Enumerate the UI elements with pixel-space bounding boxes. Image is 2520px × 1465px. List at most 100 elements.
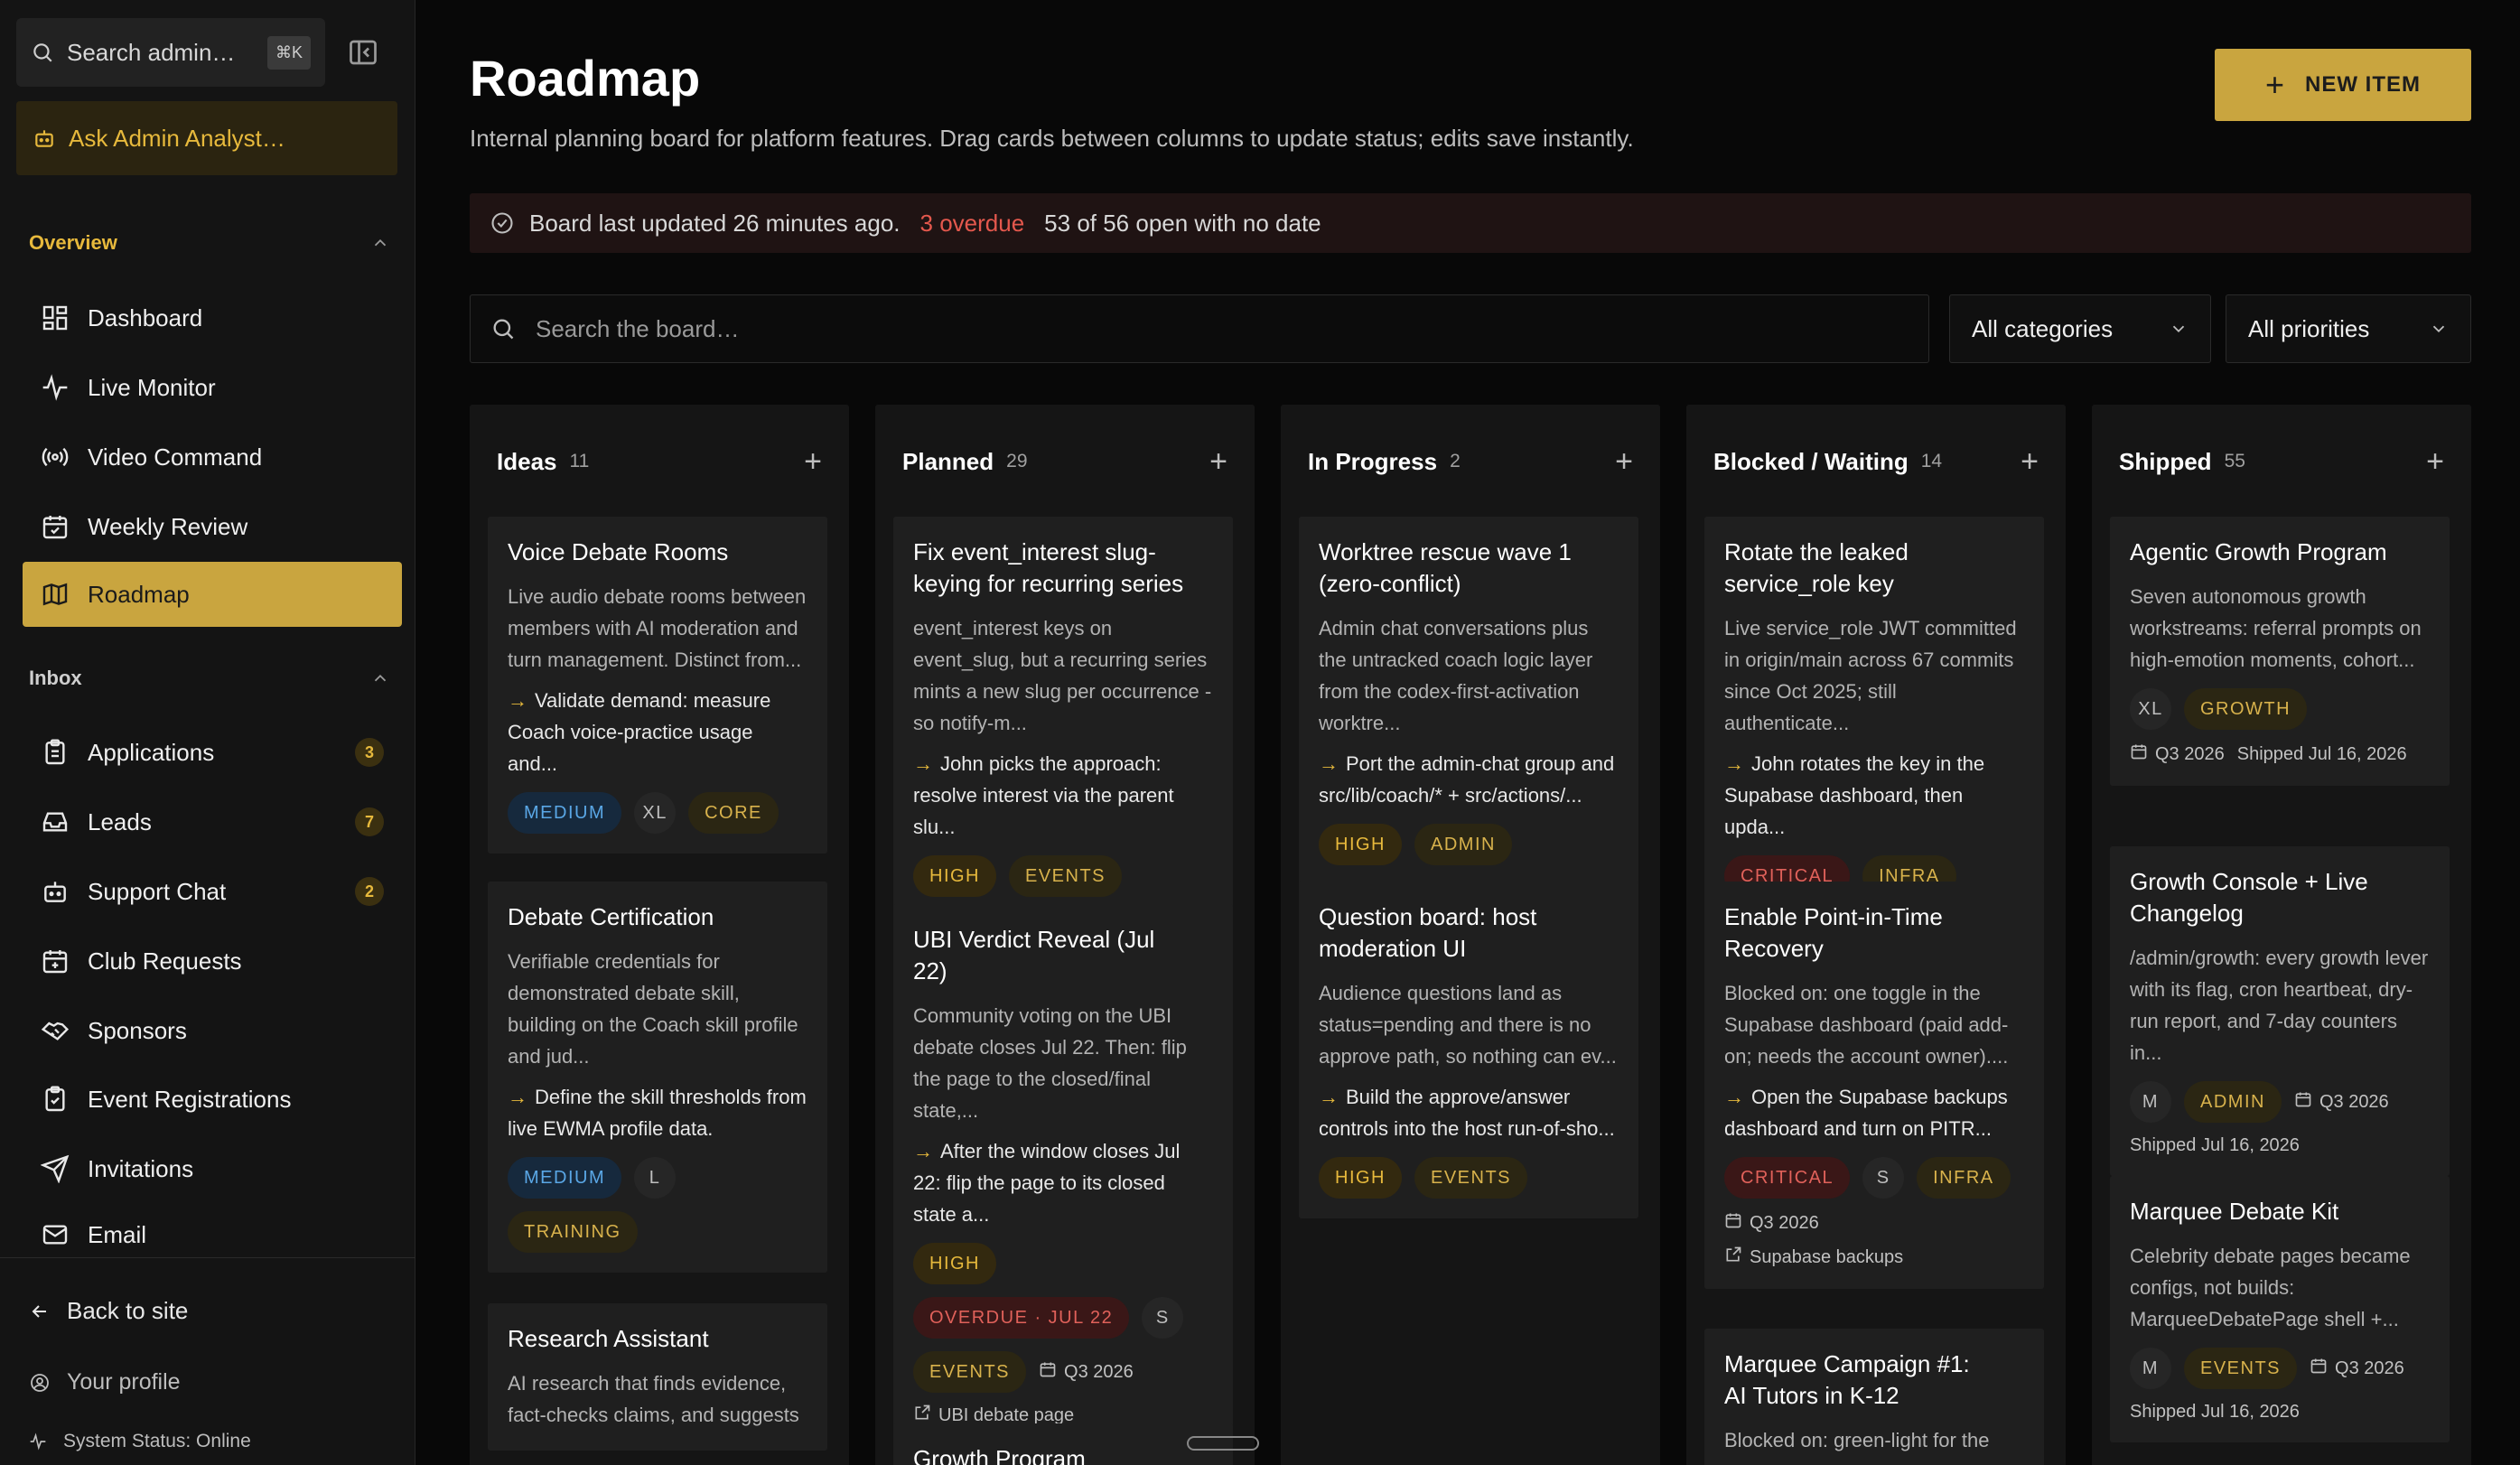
nav-item-live-monitor[interactable]: Live Monitor xyxy=(23,355,402,420)
add-card-icon[interactable]: + xyxy=(1615,446,1633,477)
chevron-down-icon xyxy=(2172,325,2185,333)
nav-item-roadmap[interactable]: Roadmap xyxy=(23,562,402,627)
card-next-step: → Validate demand: measure Coach voice-pr… xyxy=(508,685,807,779)
card-tags: CRITICAL S INFRA xyxy=(1724,1157,2024,1199)
roadmap-card[interactable]: Question board: host moderation UI Audien… xyxy=(1299,882,1638,1218)
roadmap-card[interactable]: UBI Verdict Reveal (Jul 22) Community vot… xyxy=(893,904,1233,1447)
card-description: event_interest keys on event_slug, but a… xyxy=(913,617,1212,734)
roadmap-card[interactable]: Rotate the leaked service_role key Live s… xyxy=(1704,517,2044,917)
broadcast-icon xyxy=(42,447,69,467)
column-header: Shipped 55 + xyxy=(2119,446,2444,477)
tag-high: HIGH xyxy=(1319,824,1402,865)
card-tags: HIGH xyxy=(913,1243,1213,1284)
card-tags: OVERDUE · JUL 22 S xyxy=(913,1297,1213,1339)
roadmap-card[interactable]: Marquee Debate Kit Celebrity debate pages… xyxy=(2110,1176,2450,1442)
ask-admin-analyst-button[interactable]: Ask Admin Analyst… xyxy=(16,101,397,175)
sidebar-collapse-icon[interactable] xyxy=(347,36,379,69)
priority-select[interactable]: All priorities xyxy=(2226,294,2471,363)
add-card-icon[interactable]: + xyxy=(2021,446,2039,477)
nav-label: Invitations xyxy=(88,1154,194,1182)
shipped-meta: Shipped Jul 16, 2026 xyxy=(2130,1135,2430,1156)
inbox-section-toggle[interactable]: Inbox xyxy=(29,667,390,690)
nav-item-support-chat[interactable]: Support Chat 2 xyxy=(23,859,402,924)
add-card-icon[interactable]: + xyxy=(2426,446,2444,477)
card-link-text: Supabase backups xyxy=(1750,1246,1904,1267)
roadmap-card[interactable]: Debate Certification Verifiable credentia… xyxy=(488,882,827,1273)
roadmap-card[interactable]: Growth Program xyxy=(893,1423,1233,1465)
page-title: Roadmap xyxy=(470,50,701,107)
profile-label: Your profile xyxy=(67,1369,181,1395)
card-link[interactable]: Supabase backups xyxy=(1724,1246,2024,1269)
roadmap-card[interactable]: Worktree rescue wave 1 (zero-conflict) Ad… xyxy=(1299,517,1638,885)
card-next-step: → Define the skill thresholds from live E… xyxy=(508,1081,807,1144)
roadmap-card[interactable]: Marquee Campaign #1: AI Tutors in K-12 Bl… xyxy=(1704,1329,2044,1465)
arrow-left-icon xyxy=(32,1304,46,1318)
column-header: Planned 29 + xyxy=(902,446,1227,477)
horizontal-scroll-handle[interactable] xyxy=(1187,1436,1259,1451)
roadmap-card[interactable]: Research Assistant AI research that finds… xyxy=(488,1303,827,1451)
roadmap-card[interactable]: Growth Console + Live Changelog/admin/gr… xyxy=(2110,846,2450,1176)
column-title: Shipped xyxy=(2119,447,2212,475)
roadmap-card[interactable]: Enable Point-in-Time Recovery Blocked on:… xyxy=(1704,882,2044,1289)
next-step-text: Build the approve/answer controls into t… xyxy=(1319,1086,1615,1140)
quarter-meta: Q3 2026 Shipped Jul 16, 2026 xyxy=(2130,742,2430,766)
your-profile-link[interactable]: Your profile xyxy=(29,1369,181,1395)
column-shipped: Shipped 55 + Agentic Growth Program Seven… xyxy=(2092,405,2471,1465)
card-description: Live audio debate rooms between members … xyxy=(508,585,807,671)
overdue-count[interactable]: 3 overdue xyxy=(920,210,1025,238)
sidebar: Search admin… ⌘K Ask Admin Analyst… Over… xyxy=(0,0,415,1465)
nav-item-dashboard[interactable]: Dashboard xyxy=(23,285,402,350)
nav-label: Email xyxy=(88,1220,147,1248)
column-count: 2 xyxy=(1450,451,1461,471)
new-item-button[interactable]: + NEW ITEM xyxy=(2215,49,2471,121)
board-search-input[interactable]: Search the board… xyxy=(536,315,739,343)
nav-item-club-requests[interactable]: Club Requests xyxy=(23,928,402,994)
quarter-text: Q3 2026 xyxy=(1064,1361,1134,1382)
column-header: Ideas 11 + xyxy=(497,446,822,477)
search-icon xyxy=(493,319,514,340)
add-card-icon[interactable]: + xyxy=(804,446,822,477)
nav-item-applications[interactable]: Applications 3 xyxy=(23,720,402,785)
card-next-step: → After the window closes Jul 22: flip th… xyxy=(913,1135,1213,1230)
nav-label: Video Command xyxy=(88,443,263,471)
board-status-bar: Board last updated 26 minutes ago. 3 ove… xyxy=(470,193,2471,253)
check-circle-icon xyxy=(491,212,513,234)
card-title: Enable Point-in-Time Recovery xyxy=(1724,903,1943,962)
overview-section-toggle[interactable]: Overview xyxy=(29,231,390,255)
tag-cat: EVENTS xyxy=(2184,1348,2298,1389)
chevron-up-icon xyxy=(374,238,387,247)
nav-label: Weekly Review xyxy=(88,512,248,540)
card-tags: MEDIUM XL CORE xyxy=(508,792,807,834)
category-select[interactable]: All categories xyxy=(1949,294,2211,363)
card-title: Rotate the leaked service_role key xyxy=(1724,538,1909,597)
nav-item-invitations[interactable]: Invitations xyxy=(23,1136,402,1201)
next-step-text: After the window closes Jul 22: flip the… xyxy=(913,1140,1181,1226)
tag-size: M xyxy=(2130,1081,2171,1123)
shipped-date: Shipped Jul 16, 2026 xyxy=(2130,1402,2300,1422)
arrow-right-icon: → xyxy=(1319,752,1339,775)
calendar-icon xyxy=(1724,1211,1750,1235)
nav-item-leads[interactable]: Leads 7 xyxy=(23,789,402,854)
roadmap-card[interactable]: Fix event_interest slug-keying for recur… xyxy=(893,517,1233,917)
tag-cat: ADMIN xyxy=(1414,824,1512,865)
back-to-site-link[interactable]: Back to site xyxy=(29,1297,188,1325)
arrow-right-icon: → xyxy=(1724,1086,1744,1108)
nav-item-sponsors[interactable]: Sponsors xyxy=(23,998,402,1063)
admin-search[interactable]: Search admin… ⌘K xyxy=(16,18,325,87)
clipboard-list-icon xyxy=(45,1086,65,1112)
nav-item-video-command[interactable]: Video Command xyxy=(23,425,402,490)
tag-cat: CORE xyxy=(688,792,779,834)
admin-search-input[interactable]: Search admin… xyxy=(67,39,267,67)
nav-item-weekly-review[interactable]: Weekly Review xyxy=(23,494,402,559)
tag-size: S xyxy=(1862,1157,1905,1199)
nav-item-event-registrations[interactable]: Event Registrations xyxy=(23,1067,402,1132)
add-card-icon[interactable]: + xyxy=(1209,446,1227,477)
roadmap-card[interactable]: Voice Debate Rooms Live audio debate room… xyxy=(488,517,827,854)
count-badge: 7 xyxy=(355,807,384,836)
nav-label: Roadmap xyxy=(88,580,190,608)
shipped-date: Shipped Jul 16, 2026 xyxy=(2130,1135,2300,1155)
card-title: Fix event_interest slug-keying for recur… xyxy=(913,538,1184,597)
quarter-meta: Q3 2026 xyxy=(1039,1360,1134,1384)
roadmap-card[interactable]: Agentic Growth Program Seven autonomous g… xyxy=(2110,517,2450,786)
board-search[interactable]: Search the board… xyxy=(470,294,1929,363)
